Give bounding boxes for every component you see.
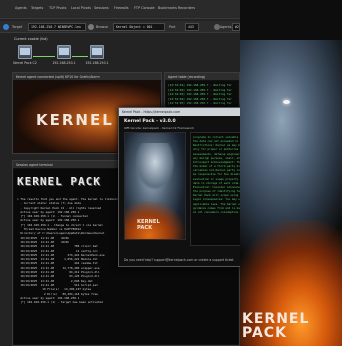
menu-item-ftp-console[interactable]: FTP Console [134, 6, 155, 10]
browse-icon[interactable] [88, 24, 94, 30]
desktop-wallpaper: KERNEL PACK [240, 0, 342, 346]
session-label: 192.168.250.1 [85, 61, 109, 65]
port-input[interactable]: 443 [185, 23, 199, 31]
log-pane-title: Agent table (recording) [165, 73, 239, 80]
session-label: 192.168.250.1 [52, 61, 76, 65]
session-item[interactable]: 192.168.250.1 [51, 45, 77, 65]
product-subtitle: Official site: kernelpack - Kernel C2 Fr… [124, 126, 195, 130]
menu-item-targets[interactable]: Targets [31, 6, 43, 10]
agents-count[interactable]: #2 [232, 23, 240, 31]
port-label: Port [169, 24, 176, 29]
wolf-eye [283, 100, 290, 104]
sessions-title: Current cookie (list) [14, 37, 48, 41]
computer-icon [18, 45, 32, 59]
menu-item-sessions[interactable]: Sessions [94, 6, 109, 10]
agents-label: Agents [220, 24, 232, 29]
menu-item-agents[interactable]: Agents [15, 6, 27, 10]
browse-select[interactable]: Kernel Object = 001 [113, 23, 165, 31]
refresh-icon[interactable] [3, 24, 9, 30]
menu-item-tcp-pivots[interactable]: TCP Pivots [49, 6, 66, 10]
browse-label: Browse [96, 24, 109, 29]
log-line: [12:34:01] 192.168.250.7 - Waiting for [168, 83, 232, 87]
wolf-logo-image: KERNEL PACK [124, 132, 186, 240]
target-input[interactable]: 192.168.250.7 WINSRVPC.lex [28, 23, 86, 31]
product-name: Kernel Pack - v3.0.0 [124, 119, 176, 124]
computer-icon [90, 45, 104, 59]
session-item[interactable]: Kernel Pack C2 [12, 45, 38, 65]
terminal-line: [*] 192.168.250.1 (1) - Target has been … [17, 300, 103, 305]
menu-item-local-pivots[interactable]: Local Pivots [71, 6, 91, 10]
menu-bar: Agents Targets TCP Pivots Local Pivots S… [0, 0, 240, 19]
toolbar: Target 192.168.250.7 WINSRVPC.lex Browse… [0, 21, 240, 33]
banner-pane-title: Kernel agent connected (split) KP10 for … [13, 73, 161, 80]
wallpaper-logo-text: KERNEL PACK [242, 311, 310, 341]
target-label: Target [12, 24, 23, 29]
support-link[interactable]: Do you need help? support@kernelpack.com… [124, 258, 234, 262]
menu-item-bookmarks[interactable]: Bookmarks Recorders [158, 6, 195, 10]
session-item[interactable]: 192.168.250.1 [84, 45, 110, 65]
menu-item-firewalls[interactable]: Firewalls [114, 6, 129, 10]
session-label: Kernel Pack C2 [13, 61, 37, 65]
computer-icon [57, 45, 71, 59]
logo-text: KERNEL PACK [137, 219, 160, 231]
dialog-title: Kernel Pack - https://kernelpack.com [122, 110, 181, 114]
